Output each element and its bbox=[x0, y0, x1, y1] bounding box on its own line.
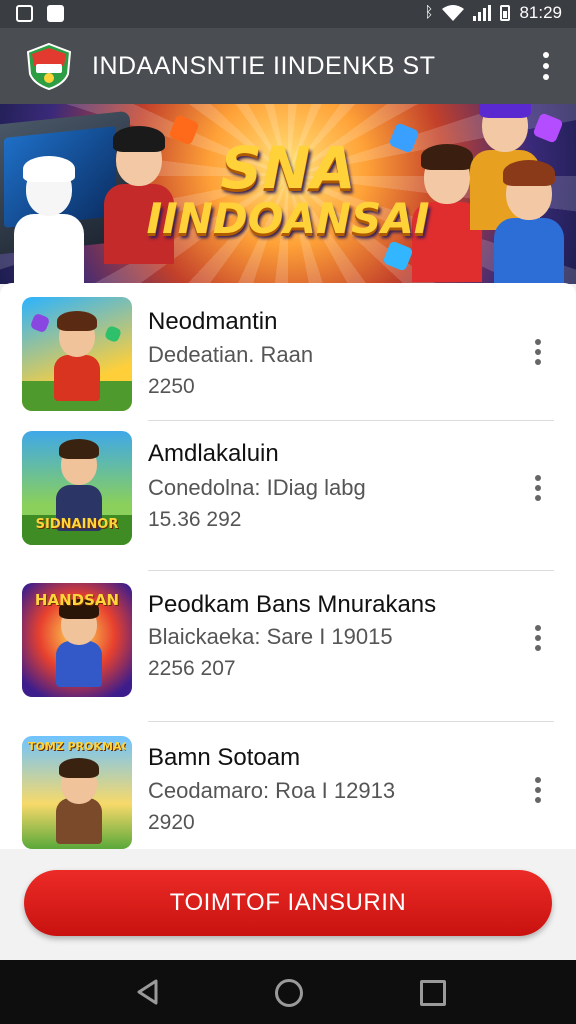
game-title: Neodmantin bbox=[148, 308, 278, 335]
list-item[interactable]: SIDNAINOR Amdlakaluin Conedolna: IDiag l… bbox=[0, 421, 576, 571]
game-title: Amdlakaluin bbox=[148, 440, 279, 467]
game-meta: 2250 bbox=[148, 375, 195, 398]
screen: ᛒ 81:29 INDAANSNTIE IINDENKB ST SNA IIND… bbox=[0, 0, 576, 1024]
game-subtitle: Conedolna: IDiag labg bbox=[148, 475, 366, 500]
game-list: Neodmantin Dedeatian. Raan 2250 SIDNAINO… bbox=[0, 283, 576, 849]
status-left bbox=[16, 5, 64, 22]
more-vertical-icon[interactable] bbox=[530, 777, 546, 803]
status-right: ᛒ 81:29 bbox=[424, 3, 562, 23]
app-bar: INDAANSNTIE IINDENKB ST bbox=[0, 28, 576, 104]
game-thumbnail: HANDSAN bbox=[22, 583, 132, 697]
game-meta: 2256 207 bbox=[148, 657, 236, 680]
bluetooth-icon: ᛒ bbox=[424, 4, 434, 21]
game-subtitle: Dedeatian. Raan bbox=[148, 342, 314, 367]
home-icon[interactable] bbox=[275, 979, 303, 1007]
app-logo-icon[interactable] bbox=[24, 42, 74, 90]
thumbnail-label: SIDNAINOR bbox=[35, 517, 119, 532]
image-icon bbox=[16, 5, 33, 22]
thumbnail-label: TOMZ PROKMAGOR bbox=[28, 740, 126, 753]
game-thumbnail: TOMZ PROKMAGOR bbox=[22, 736, 132, 849]
more-vertical-icon[interactable] bbox=[530, 339, 546, 365]
game-thumbnail bbox=[22, 297, 132, 411]
game-subtitle: Ceodamaro: Roa I 12913 bbox=[148, 778, 396, 803]
signal-icon bbox=[473, 5, 492, 21]
hero-banner[interactable]: SNA IINDOANSAI bbox=[0, 104, 576, 284]
primary-action-button[interactable]: TOIMTOF IANSURIN bbox=[24, 870, 552, 936]
banner-title: SNA bbox=[220, 134, 356, 202]
banner-subtitle: IINDOANSAI bbox=[146, 194, 430, 243]
list-item[interactable]: HANDSAN Peodkam Bans Mnurakans Blaickaek… bbox=[0, 571, 576, 721]
status-bar: ᛒ 81:29 bbox=[0, 0, 576, 28]
list-item[interactable]: Neodmantin Dedeatian. Raan 2250 bbox=[0, 283, 576, 433]
more-vertical-icon[interactable] bbox=[536, 52, 556, 80]
game-meta: 2920 bbox=[148, 811, 195, 834]
more-vertical-icon[interactable] bbox=[530, 625, 546, 651]
more-vertical-icon[interactable] bbox=[530, 475, 546, 501]
system-nav-bar bbox=[0, 960, 576, 1024]
thumbnail-label: HANDSAN bbox=[34, 591, 120, 609]
wifi-icon bbox=[442, 4, 465, 21]
bottom-bar: TOIMTOF IANSURIN bbox=[0, 849, 576, 960]
square-icon bbox=[47, 5, 64, 22]
back-icon[interactable] bbox=[134, 978, 162, 1006]
game-thumbnail: SIDNAINOR bbox=[22, 431, 132, 545]
battery-icon bbox=[500, 5, 511, 21]
list-item[interactable]: TOMZ PROKMAGOR Bamn Sotoam Ceodamaro: Ro… bbox=[0, 722, 576, 849]
recents-icon[interactable] bbox=[420, 980, 446, 1006]
app-title: INDAANSNTIE IINDENKB ST bbox=[92, 52, 436, 80]
game-subtitle: Blaickaeka: Sare I 19015 bbox=[148, 624, 393, 649]
game-title: Bamn Sotoam bbox=[148, 744, 301, 771]
status-time: 81:29 bbox=[519, 3, 562, 22]
game-title: Peodkam Bans Mnurakans bbox=[148, 591, 437, 618]
game-meta: 15.36 292 bbox=[148, 508, 242, 531]
